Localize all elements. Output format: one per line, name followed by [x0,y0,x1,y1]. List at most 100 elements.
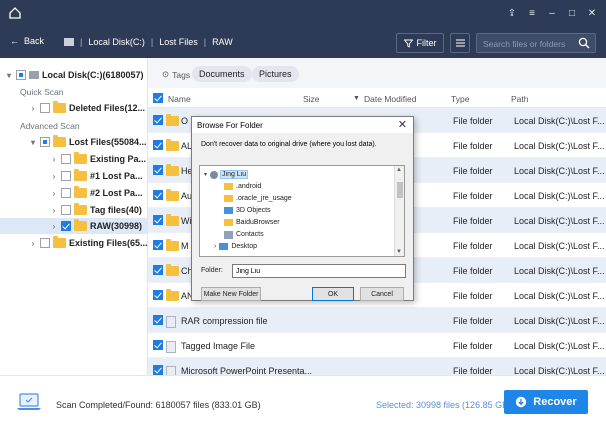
maximize-icon[interactable]: □ [566,7,578,19]
nav-bar: ← Back | Local Disk(C:) | Lost Files | R… [0,28,606,58]
row-checkbox[interactable] [153,190,163,200]
folder-tree-item[interactable]: .oracle_jre_usage [224,193,292,204]
tree-checkbox[interactable] [61,171,71,181]
tag-chip-pictures[interactable]: Pictures [252,66,299,82]
folder-field-label: Folder: [201,267,223,274]
tree-checkbox[interactable] [61,154,71,164]
row-checkbox[interactable] [153,215,163,225]
tree-item-raw[interactable]: › RAW(30998) [50,218,142,234]
tree-item-deleted-files[interactable]: › Deleted Files(12... [29,100,145,116]
folder-tree-label: Contacts [236,231,264,238]
row-checkbox[interactable] [153,140,163,150]
folder-tree-item[interactable]: › Desktop [214,241,257,252]
chevron-right-icon[interactable]: › [50,155,58,164]
back-button[interactable]: ← Back [10,36,44,46]
chevron-right-icon[interactable]: › [29,104,37,113]
folder-icon [74,219,87,231]
row-checkbox[interactable] [153,290,163,300]
file-icon [166,341,176,353]
folder-tree-item[interactable]: .android [224,181,261,192]
tree-checkbox[interactable] [40,137,50,147]
menu-icon[interactable]: ≡ [526,7,538,19]
column-size[interactable]: Size [303,94,320,104]
chevron-down-icon[interactable]: ▾ [29,138,37,147]
tree-checkbox[interactable] [61,188,71,198]
search-icon[interactable] [578,37,590,49]
tree-checkbox[interactable] [40,238,50,248]
column-path[interactable]: Path [511,94,529,104]
column-type[interactable]: Type [451,94,469,104]
chevron-down-icon[interactable]: ▾ [5,71,13,80]
row-checkbox[interactable] [153,315,163,325]
tree-item-label: Tag files(40) [90,205,142,215]
list-menu-button[interactable] [450,33,470,53]
folder-icon [224,183,233,190]
tree-checkbox[interactable] [40,103,50,113]
row-name: Microsoft PowerPoint Presenta... [181,366,313,375]
tree-item-lost-pa-1[interactable]: › #1 Lost Pa... [50,168,143,184]
folder-tree-item[interactable]: BaiduBrowser [224,217,280,228]
tag-chip-documents[interactable]: Documents [192,66,252,82]
row-checkbox[interactable] [153,165,163,175]
chevron-right-icon[interactable]: › [50,206,58,215]
row-name: Wi [181,216,192,226]
tree-item-existing-pa[interactable]: › Existing Pa... [50,151,146,167]
table-row[interactable]: Tagged Image File File folder Local Disk… [148,333,606,358]
tree-item-label: Local Disk(C:)(6180057) [42,70,144,80]
folder-tree-item[interactable]: Contacts [224,229,264,240]
drive-icon [64,38,74,46]
row-checkbox[interactable] [153,265,163,275]
table-row[interactable]: RAR compression file File folder Local D… [148,308,606,333]
crumb-local-disk[interactable]: Local Disk(C:) [88,37,145,47]
crumb-lost-files[interactable]: Lost Files [159,37,198,47]
home-icon[interactable] [8,6,22,20]
search-input[interactable] [483,37,575,50]
folder-tree-label: 3D Objects [236,207,271,214]
row-checkbox[interactable] [153,115,163,125]
share-icon[interactable]: ⇪ [506,7,518,19]
scroll-down-icon[interactable]: ▼ [396,249,402,255]
table-header: Name Size ▼ Date Modified Type Path [148,88,606,108]
table-row[interactable]: Microsoft PowerPoint Presenta... File fo… [148,358,606,375]
row-checkbox[interactable] [153,240,163,250]
folder-tree-item[interactable]: 3D Objects [224,205,271,216]
scroll-thumb[interactable] [397,182,403,198]
ok-button[interactable]: OK [312,287,354,301]
folder-field[interactable] [232,264,406,278]
row-path: Local Disk(C:)\Lost F... [514,366,605,375]
chevron-right-icon[interactable]: › [50,189,58,198]
scroll-up-icon[interactable]: ▲ [396,167,402,173]
chevron-down-icon[interactable]: ▾ [204,171,207,178]
tree-item-drive[interactable]: ▾ Local Disk(C:)(6180057) [5,67,144,83]
folder-tree-item[interactable]: ▾ Jing Liu [204,169,249,180]
cancel-button[interactable]: Cancel [360,287,404,301]
tree-checkbox[interactable] [16,70,26,80]
select-all-checkbox[interactable] [153,93,163,103]
row-path: Local Disk(C:)\Lost F... [514,266,605,276]
row-path: Local Disk(C:)\Lost F... [514,241,605,251]
column-date[interactable]: Date Modified [364,94,416,104]
tree-item-tag-files[interactable]: › Tag files(40) [50,202,142,218]
chevron-right-icon[interactable]: › [50,222,58,231]
tree-checkbox[interactable] [61,205,71,215]
chevron-right-icon[interactable]: › [29,239,37,248]
filter-button[interactable]: Filter [396,33,444,53]
row-checkbox[interactable] [153,340,163,350]
chevron-right-icon[interactable]: › [50,172,58,181]
tree-item-lost-files[interactable]: ▾ Lost Files(55084... [29,134,147,150]
dialog-close-icon[interactable]: ✕ [398,118,407,131]
tree-checkbox[interactable] [61,221,71,231]
crumb-raw[interactable]: RAW [212,37,233,47]
row-checkbox[interactable] [153,365,163,375]
tree-item-existing-files[interactable]: › Existing Files(65... [29,235,148,251]
recover-button[interactable]: Recover [504,390,588,414]
row-path: Local Disk(C:)\Lost F... [514,191,605,201]
sort-down-icon[interactable]: ▼ [353,95,360,102]
close-icon[interactable]: ✕ [586,7,598,19]
minimize-icon[interactable]: – [546,7,558,19]
column-name[interactable]: Name [168,94,191,104]
chevron-right-icon[interactable]: › [214,243,216,250]
tree-item-lost-pa-2[interactable]: › #2 Lost Pa... [50,185,143,201]
folder-tree-scrollbar[interactable]: ▲ ▼ [394,166,404,256]
make-new-folder-button[interactable]: Make New Folder [201,287,261,301]
